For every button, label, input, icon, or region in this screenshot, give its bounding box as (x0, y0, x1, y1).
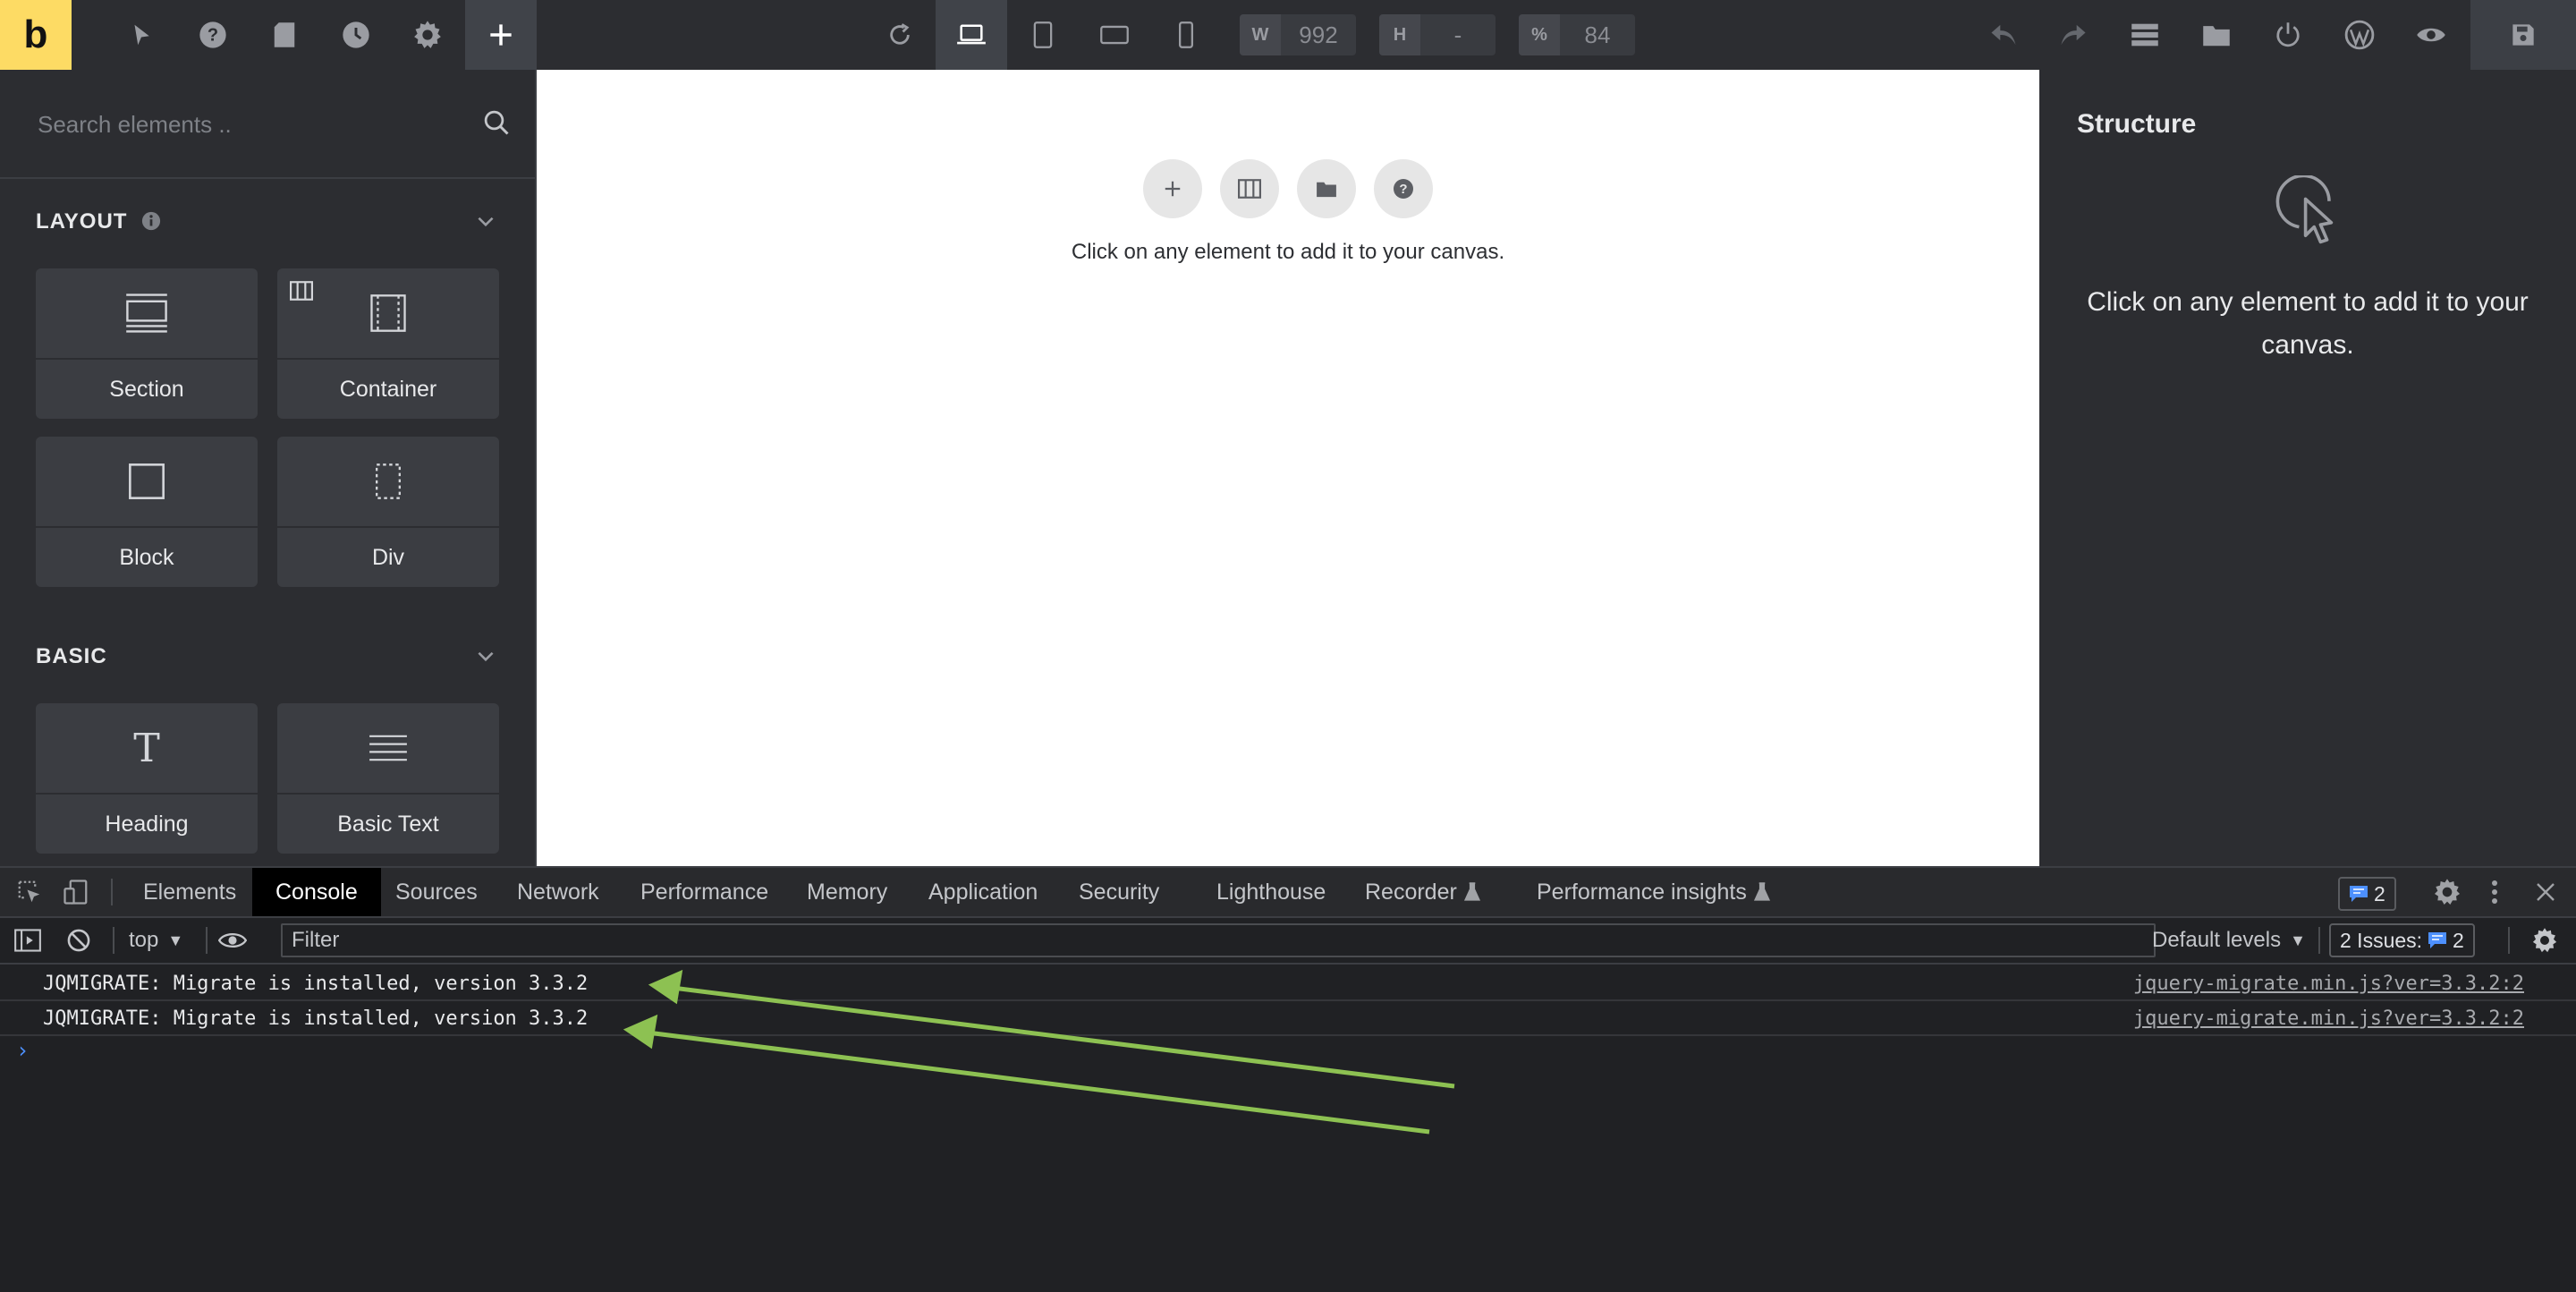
arrowhead (648, 969, 683, 1005)
annotation-arrows (623, 969, 1455, 1135)
annotation-arrow (647, 1030, 1430, 1135)
columns-icon (290, 281, 313, 301)
arrowhead (623, 1014, 658, 1050)
annotation-arrow (672, 985, 1455, 1089)
